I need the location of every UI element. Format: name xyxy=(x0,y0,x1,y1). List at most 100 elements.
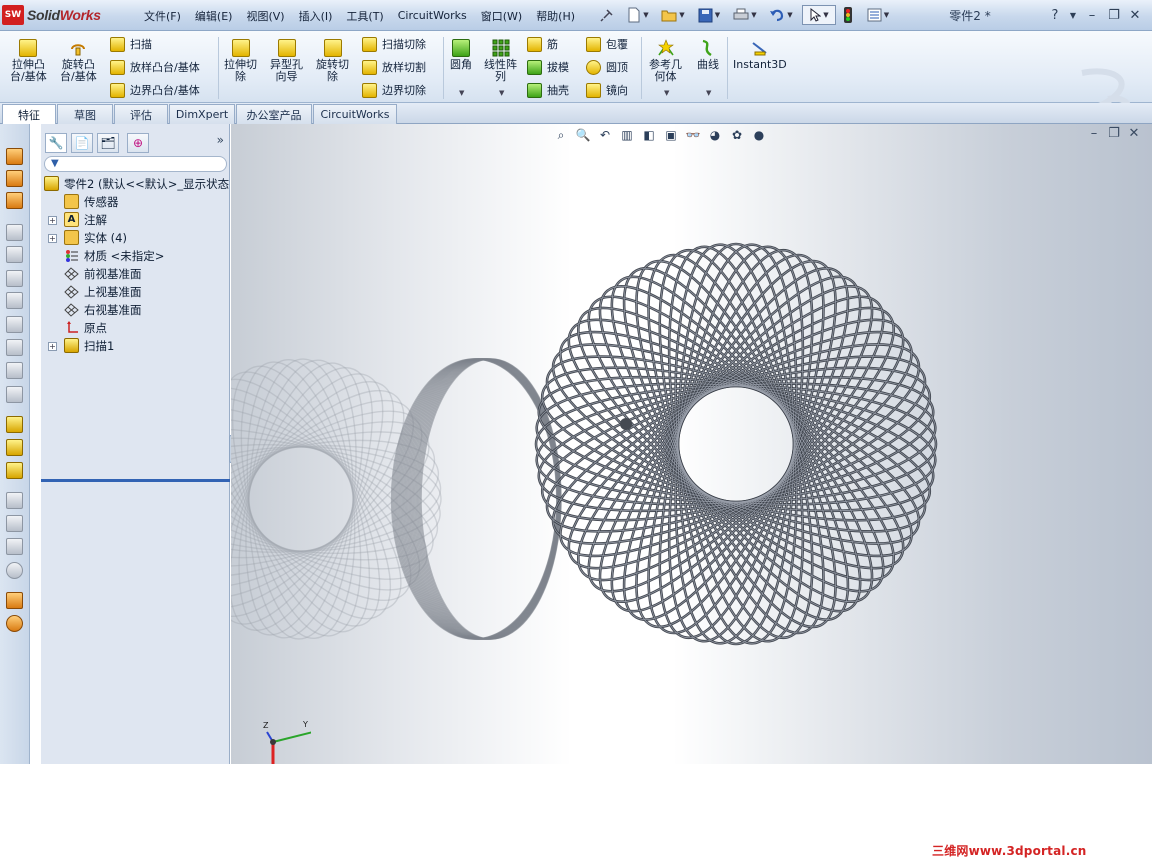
tab-dimxpert[interactable]: DimXpert xyxy=(169,104,235,124)
tab-features[interactable]: 特征 xyxy=(2,104,56,125)
expand-plus-icon[interactable]: + xyxy=(48,216,57,225)
rib-button[interactable]: 筋 xyxy=(527,35,558,53)
feature-tree-filter-input[interactable]: ▼ xyxy=(44,156,227,172)
tree-item-front-plane[interactable]: 前视基准面 xyxy=(41,265,230,283)
tree-item-solid-bodies[interactable]: + 实体 (4) xyxy=(41,229,230,247)
close-window-icon[interactable]: ✕ xyxy=(1126,6,1144,24)
expand-plus-icon[interactable]: + xyxy=(48,234,57,243)
shell-button[interactable]: 抽壳 xyxy=(527,81,569,99)
sphere-tool-icon[interactable] xyxy=(6,562,23,579)
menu-circuitworks[interactable]: CircuitWorks xyxy=(391,9,474,22)
graphics-area[interactable]: ⌕ 🔍 ↶ ▥ ◧ ▣ 👓 ◕ ✿ ● – ❐ ✕ Z Y xyxy=(231,124,1152,764)
feature-a-tool-icon[interactable] xyxy=(6,416,23,433)
reference-geometry-button[interactable]: 参考几 何体 xyxy=(649,39,682,83)
flex-tool-icon[interactable] xyxy=(6,339,23,356)
curves-button[interactable]: 曲线 xyxy=(697,39,719,71)
draft-tool-icon[interactable] xyxy=(6,246,23,263)
revolve-boss-button[interactable]: 旋转凸 台/基体 xyxy=(60,39,97,83)
loft-boss-button[interactable]: 放样凸台/基体 xyxy=(110,58,200,76)
feature-tree-tab-icon[interactable]: 🔧 xyxy=(45,133,67,153)
hole-wizard-button[interactable]: 异型孔 向导 xyxy=(270,39,303,83)
rollback-bar[interactable] xyxy=(41,479,230,482)
hide-show-items-icon[interactable]: 👓 xyxy=(683,126,703,144)
restore-document-icon[interactable]: ❐ xyxy=(1104,126,1124,141)
section-view-icon[interactable]: ▥ xyxy=(617,126,637,144)
print-button[interactable]: ▼ xyxy=(730,5,760,25)
close-document-icon[interactable]: ✕ xyxy=(1124,126,1144,141)
tab-circuitworks[interactable]: CircuitWorks xyxy=(313,104,397,124)
save-button[interactable]: ▼ xyxy=(694,5,724,25)
revolve-tool-icon[interactable] xyxy=(6,170,23,187)
loft-tool-icon[interactable] xyxy=(6,192,23,209)
tab-office-products[interactable]: 办公室产品 xyxy=(236,104,312,124)
extrude-boss-button[interactable]: 拉伸凸 台/基体 xyxy=(10,39,47,83)
options-button[interactable]: ▼ xyxy=(862,5,894,25)
edit-appearance-icon[interactable]: ◕ xyxy=(705,126,725,144)
deform-tool-icon[interactable] xyxy=(6,386,23,403)
tree-item-right-plane[interactable]: 右视基准面 xyxy=(41,301,230,319)
linear-pattern-button[interactable]: 线性阵 列 xyxy=(484,39,517,83)
lofted-cut-button[interactable]: 放样切割 xyxy=(362,58,426,76)
tree-item-origin[interactable]: 原点 xyxy=(41,319,230,337)
view-orientation-icon[interactable]: ◧ xyxy=(639,126,659,144)
tab-sketch[interactable]: 草图 xyxy=(57,104,113,124)
feature-b-tool-icon[interactable] xyxy=(6,439,23,456)
wrap-button[interactable]: 包覆 xyxy=(586,35,628,53)
view-settings-icon[interactable]: ● xyxy=(749,126,769,144)
pin-menu-icon[interactable] xyxy=(598,5,616,25)
display-style-icon[interactable]: ▣ xyxy=(661,126,681,144)
dome-tool-icon[interactable] xyxy=(6,316,23,333)
tree-item-part[interactable]: 零件2 (默认<<默认>_显示状态 xyxy=(41,175,230,193)
tree-item-material[interactable]: 材质 <未指定> xyxy=(41,247,230,265)
menu-window[interactable]: 窗口(W) xyxy=(474,8,529,24)
tab-evaluate[interactable]: 评估 xyxy=(114,104,168,124)
menu-insert[interactable]: 插入(I) xyxy=(292,8,340,24)
open-document-button[interactable]: ▼ xyxy=(658,5,688,25)
property-manager-tab-icon[interactable]: 📄 xyxy=(71,133,93,153)
rebuild-traffic-light-icon[interactable] xyxy=(840,5,856,25)
boundary-cut-button[interactable]: 边界切除 xyxy=(362,81,426,99)
restore-window-icon[interactable]: ❐ xyxy=(1105,6,1123,24)
scale-tool-icon[interactable] xyxy=(6,362,23,379)
draft-button[interactable]: 拔模 xyxy=(527,58,569,76)
menu-edit[interactable]: 编辑(E) xyxy=(188,8,240,24)
menu-help[interactable]: 帮助(H) xyxy=(529,8,582,24)
apply-scene-icon[interactable]: ✿ xyxy=(727,126,747,144)
tree-item-sensors[interactable]: 传感器 xyxy=(41,193,230,211)
expand-plus-icon[interactable]: + xyxy=(48,342,57,351)
new-document-button[interactable]: ▼ xyxy=(624,5,652,25)
sweep-button[interactable]: 扫描 xyxy=(110,35,152,53)
fillet-dropdown-icon[interactable]: ▼ xyxy=(459,89,464,97)
extrude-cut-button[interactable]: 拉伸切 除 xyxy=(224,39,257,83)
shell-tool-icon[interactable] xyxy=(6,270,23,287)
help-dropdown-icon[interactable]: ▼ xyxy=(1064,6,1082,24)
tree-item-annotations[interactable]: + A 注解 xyxy=(41,211,230,229)
configuration-manager-tab-icon[interactable]: 🗂 xyxy=(97,133,119,153)
minimize-document-icon[interactable]: – xyxy=(1084,126,1104,141)
minimize-window-icon[interactable]: – xyxy=(1083,6,1101,24)
tree-item-top-plane[interactable]: 上视基准面 xyxy=(41,283,230,301)
help-button[interactable]: ? xyxy=(1046,6,1064,24)
move-face-tool-icon[interactable] xyxy=(6,492,23,509)
solidworks-logo[interactable]: SW SolidWorks xyxy=(2,3,122,27)
swept-cut-button[interactable]: 扫描切除 xyxy=(362,35,426,53)
instant3d-button[interactable]: Instant3D xyxy=(733,39,787,71)
combine-tool-icon[interactable] xyxy=(6,615,23,632)
cut-tool-icon[interactable] xyxy=(6,224,23,241)
menu-file[interactable]: 文件(F) xyxy=(137,8,188,24)
revolve-cut-button[interactable]: 旋转切 除 xyxy=(316,39,349,83)
boundary-boss-button[interactable]: 边界凸台/基体 xyxy=(110,81,200,99)
menu-view[interactable]: 视图(V) xyxy=(239,8,291,24)
dome-button[interactable]: 圆顶 xyxy=(586,58,628,76)
zoom-to-area-icon[interactable]: 🔍 xyxy=(573,126,593,144)
undo-button[interactable]: ▼ xyxy=(766,5,796,25)
offset-face-tool-icon[interactable] xyxy=(6,515,23,532)
pattern-dropdown-icon[interactable]: ▼ xyxy=(499,89,504,97)
feature-c-tool-icon[interactable] xyxy=(6,462,23,479)
panel-expand-chevron-icon[interactable]: » xyxy=(217,133,224,147)
dimxpert-manager-tab-icon[interactable]: ⊕ xyxy=(127,133,149,153)
delete-face-tool-icon[interactable] xyxy=(6,538,23,555)
extrude-tool-icon[interactable] xyxy=(6,148,23,165)
split-tool-icon[interactable] xyxy=(6,592,23,609)
menu-tools[interactable]: 工具(T) xyxy=(339,8,390,24)
